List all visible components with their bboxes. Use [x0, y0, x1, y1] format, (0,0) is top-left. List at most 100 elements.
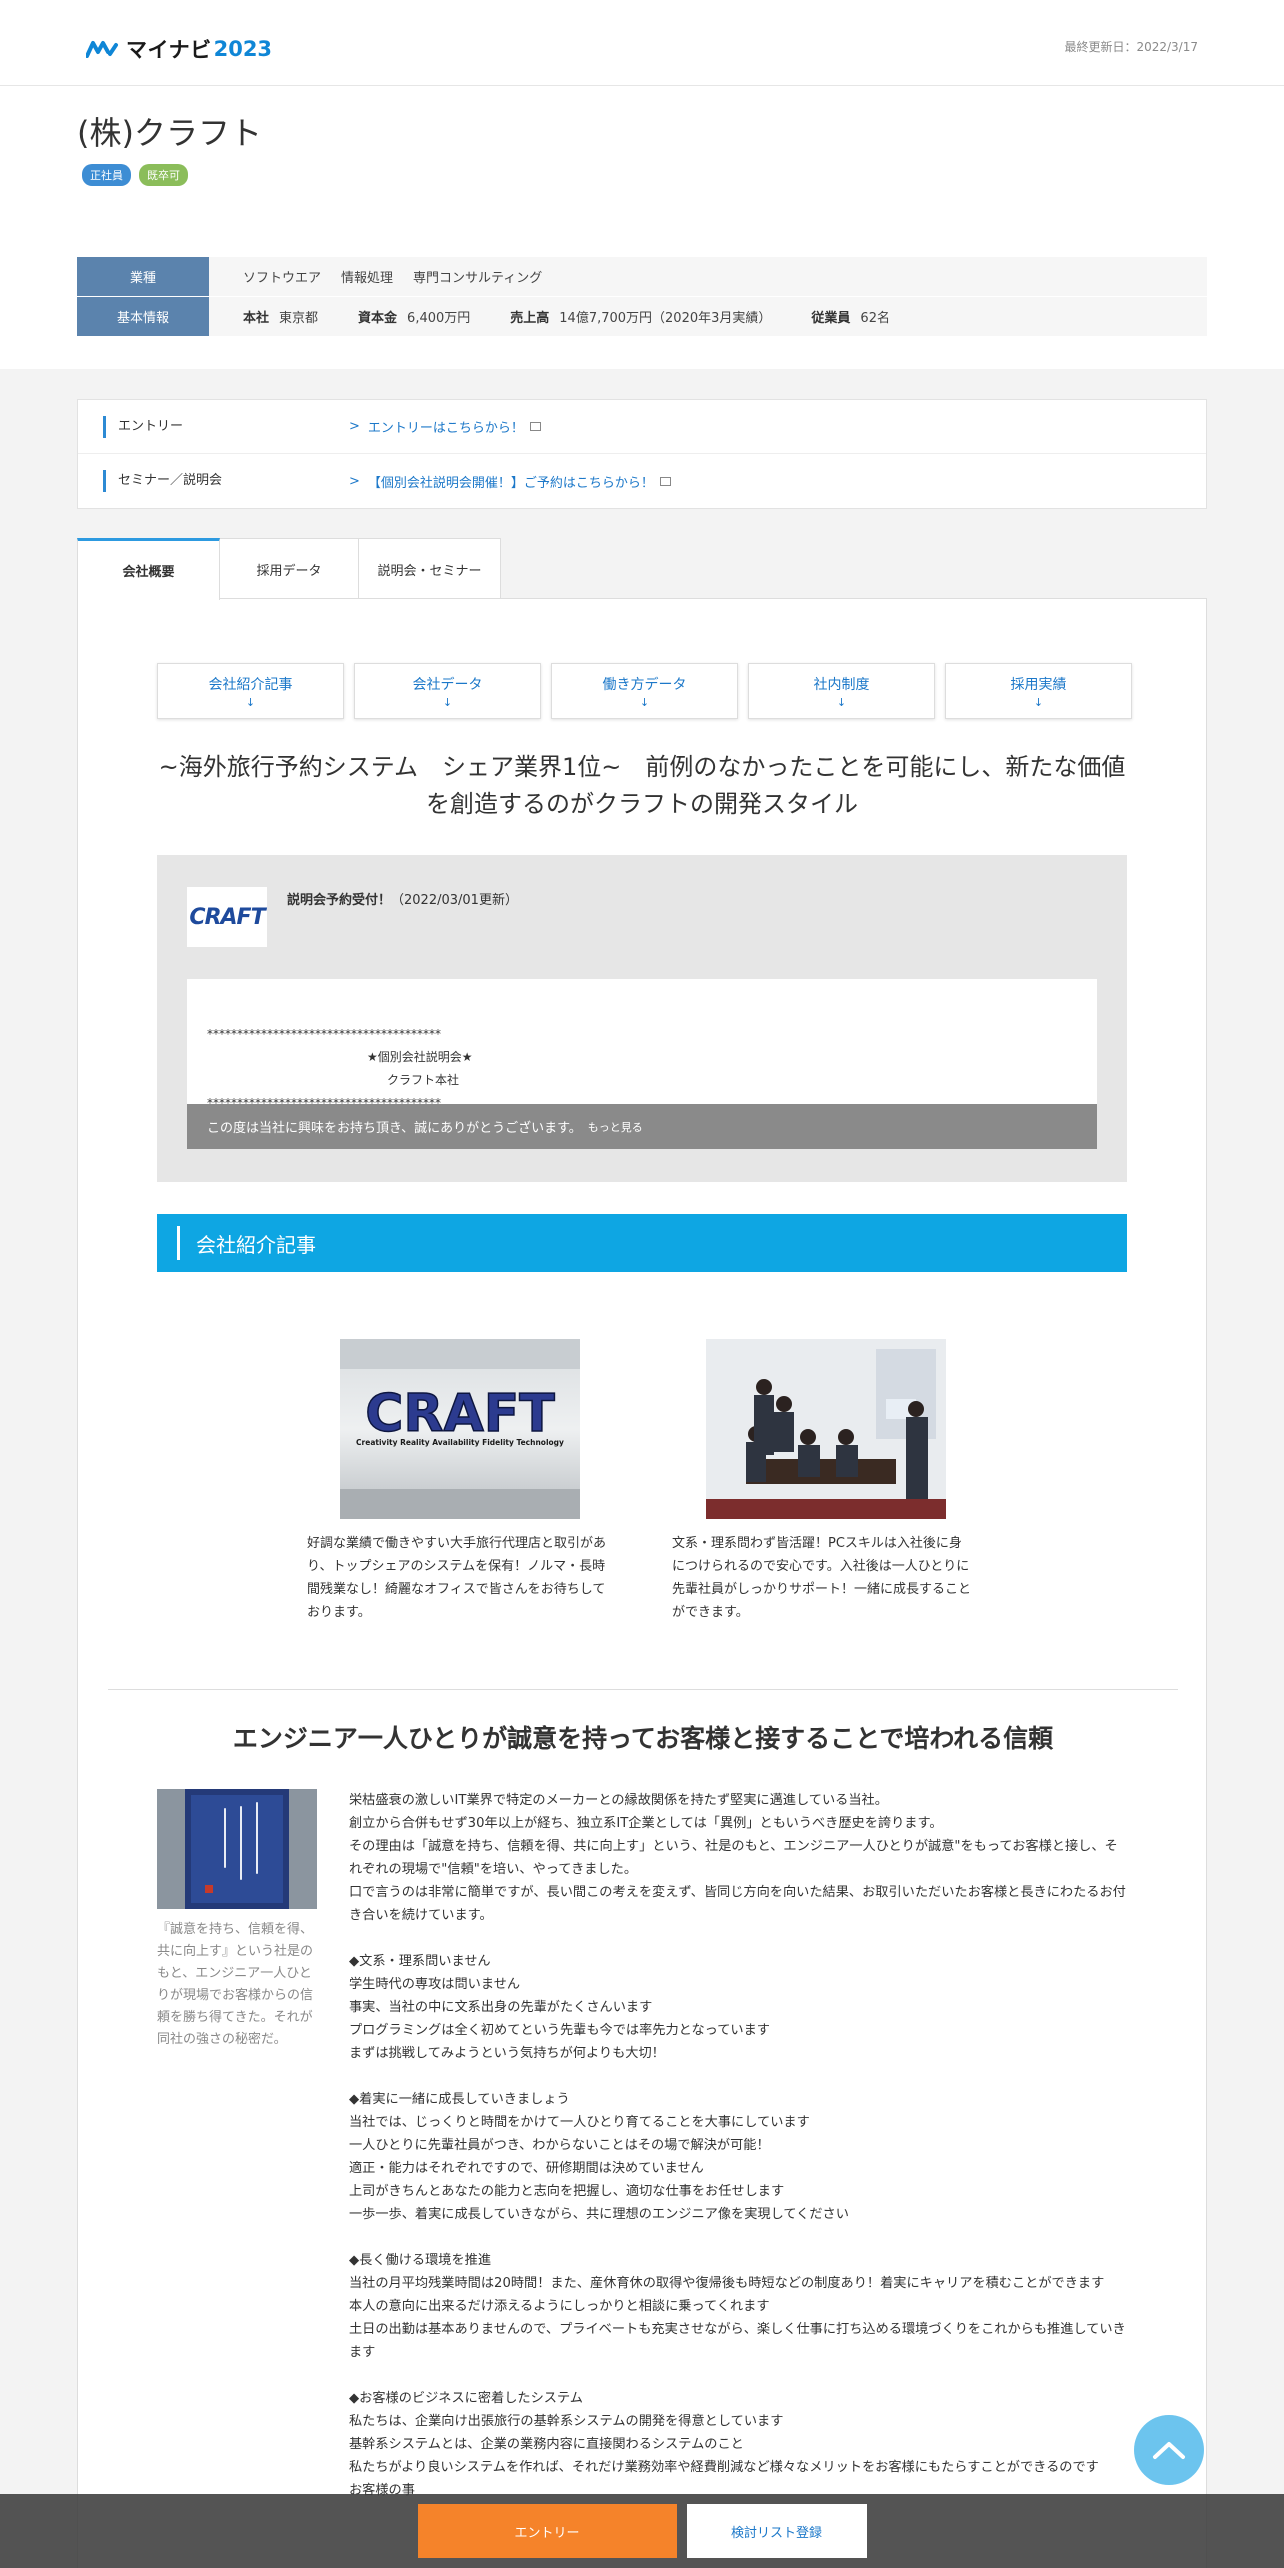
seminar-label: セミナー／説明会	[103, 470, 349, 492]
body-line: 当社の月平均残業時間は20時間！また、産休育休の取得や復帰後も時短などの制度あり…	[349, 2276, 1105, 2291]
link-row-entry: エントリー > エントリーはこちらから！	[78, 400, 1206, 454]
read-more-link[interactable]: もっと見る	[588, 1119, 643, 1135]
company-logo-text: CRAFT	[189, 904, 265, 930]
anchor-work-data[interactable]: 働き方データ ↓	[551, 663, 738, 719]
body-line: 適正・能力はそれぞれですので、研修期間は決めていません	[349, 2161, 704, 2176]
company-logo: CRAFT	[187, 887, 267, 947]
calligraphy-image	[157, 1789, 317, 1909]
craft-sign-image: CRAFT Creativity Reality Availability Fi…	[340, 1339, 580, 1519]
seminar-line: クラフト本社	[387, 1073, 460, 1087]
body-line: 本人の意向に出来るだけ添えるようにしっかりと相談に乗ってくれます	[349, 2299, 770, 2314]
anchor-company-data[interactable]: 会社データ ↓	[354, 663, 541, 719]
chevron-right-icon: >	[349, 473, 360, 489]
employees-label: 従業員	[811, 311, 851, 326]
company-info-table: 業種 ソフトウエア 情報処理 専門コンサルティング 基本情報 本社 東京都 資本金…	[77, 257, 1207, 337]
seminar-overlay-text: この度は当社に興味をお持ち頂き、誠にありがとうございます。	[207, 1121, 582, 1136]
hq-value: 東京都	[279, 311, 319, 326]
arrow-down-icon: ↓	[836, 695, 847, 709]
body-line: 私たちは、企業向け出張旅行の基幹系システムの開発を得意としています	[349, 2414, 784, 2429]
body-line: 基幹系システムとは、企業の業務内容に直接関わるシステムのこと	[349, 2437, 744, 2452]
seminar-link[interactable]: > 【個別会社説明会開催！】ご予約はこちらから！	[349, 472, 671, 491]
logo-year: 2023	[213, 37, 273, 61]
entry-link[interactable]: > エントリーはこちらから！	[349, 417, 541, 436]
chevron-right-icon: >	[349, 419, 360, 434]
section-bar	[177, 1226, 180, 1260]
article-body: 栄枯盛衰の激しいIT業界で特定のメーカーとの縁故関係を持たず堅実に邁進している当…	[349, 1789, 1129, 2502]
arrow-down-icon: ↓	[639, 695, 650, 709]
body-line: ◆お客様のビジネスに密着したシステム	[349, 2391, 583, 2406]
anchor-label: 採用実績	[1010, 676, 1067, 693]
tab-seminars[interactable]: 説明会・セミナー	[358, 538, 501, 600]
employees-value: 62名	[860, 311, 890, 326]
calligraphy-photo	[157, 1789, 317, 1909]
body-line: ◆着実に一緒に成長していきましょう	[349, 2092, 570, 2107]
divider	[108, 1689, 1178, 1690]
body-line: 上司がきちんとあなたの能力と志向を把握し、適切な仕事をお任せします	[349, 2184, 785, 2199]
anchor-label: 働き方データ	[602, 676, 687, 693]
photo-caption: 好調な業績で働きやすい大手旅行代理店と取引があり、トップシェアのシステムを保有！…	[307, 1536, 607, 1620]
seminar-notice: CRAFT 説明会予約受付！（2022/03/01更新） ***********…	[157, 855, 1127, 1182]
anchor-company-article[interactable]: 会社紹介記事 ↓	[157, 663, 344, 719]
seminar-updated: （2022/03/01更新）	[391, 893, 518, 908]
arrow-down-icon: ↓	[245, 695, 256, 709]
catch-copy: ~海外旅行予約システム シェア業界1位~ 前例のなかったことを可能にし、新たな価…	[158, 753, 1126, 818]
info-body-industry: ソフトウエア 情報処理 専門コンサルティング	[209, 257, 1207, 297]
seminar-line: ★個別会社説明会★	[367, 1050, 473, 1064]
body-line: 当社では、じっくりと時間をかけて一人ひとり育てることを大事にしています	[349, 2115, 810, 2130]
body-line: 事実、当社の中に文系出身の先輩がたくさんいます	[349, 2000, 653, 2015]
tag-graduates-ok: 既卒可	[139, 164, 188, 186]
body-line: 創立から合併もせず30年以上が経ち、独立系IT企業としては「異例」ともいうべき歴…	[349, 1816, 943, 1831]
body-line: まずは挑戦してみようという気持ちが何よりも大切！	[349, 2046, 665, 2061]
anchor-label: 社内制度	[813, 676, 870, 693]
capital-value: 6,400万円	[407, 311, 471, 326]
body-line: 栄枯盛衰の激しいIT業界で特定のメーカーとの縁故関係を持たず堅実に邁進している当…	[349, 1793, 888, 1808]
anchor-hiring-record[interactable]: 採用実績 ↓	[945, 663, 1132, 719]
photo-caption: 文系・理系問わず皆活躍！PCスキルは入社後に身につけられるので安心です。入社後は…	[672, 1536, 972, 1620]
entry-button[interactable]: エントリー	[417, 2504, 677, 2558]
arrow-down-icon: ↓	[442, 695, 453, 709]
body-line: 土日の出勤は基本ありませんので、プライベートも充実させながら、楽しく仕事に打ち込…	[349, 2322, 1126, 2360]
industry-item: 専門コンサルティング	[413, 271, 543, 286]
tab-company-overview[interactable]: 会社概要	[77, 538, 220, 600]
seminar-message: *************************************** …	[187, 979, 1097, 1149]
company-name: (株)クラフト	[77, 114, 262, 152]
anchor-benefits[interactable]: 社内制度 ↓	[748, 663, 935, 719]
body-line: プログラミングは全く初めてという先輩も今では率先力となっています	[349, 2023, 770, 2038]
industry-item: ソフトウエア	[243, 271, 322, 286]
read-more-bar[interactable]: この度は当社に興味をお持ち頂き、誠にありがとうございます。 もっと見る	[187, 1104, 1097, 1149]
arrow-down-icon: ↓	[1033, 695, 1044, 709]
anchor-label: 会社紹介記事	[208, 676, 293, 693]
info-head-basic: 基本情報	[77, 297, 209, 337]
link-row-seminar: セミナー／説明会 > 【個別会社説明会開催！】ご予約はこちらから！	[78, 454, 1206, 508]
body-line: 一人ひとりに先輩社員がつき、わからないことはその場で解決が可能！	[349, 2138, 770, 2153]
external-link-icon	[529, 422, 541, 431]
external-link-icon	[659, 476, 671, 486]
back-to-top-button[interactable]	[1134, 2415, 1204, 2485]
section-header-company-article: 会社紹介記事	[157, 1214, 1127, 1272]
body-line: 私たちがより良いシステムを作れば、それだけ業務効率や経費削減など様々なメリットを…	[349, 2460, 1099, 2475]
info-employees: 従業員 62名	[811, 307, 890, 326]
tag-fulltime: 正社員	[82, 164, 131, 186]
craft-sign-tagline: Creativity Reality Availability Fidelity…	[356, 1438, 564, 1447]
seminar-stars: ***************************************	[207, 1027, 441, 1041]
body-line: その理由は「誠意を持ち、信頼を得、共に向上す」という、社是のもと、エンジニア一人…	[349, 1839, 1118, 1877]
add-to-list-button[interactable]: 検討リスト登録	[686, 2504, 867, 2558]
craft-sign-text: CRAFT	[365, 1384, 555, 1444]
info-capital: 資本金 6,400万円	[358, 307, 470, 326]
page-tabs: 会社概要 採用データ 説明会・セミナー	[77, 538, 501, 600]
bottom-action-bar: エントリー 検討リスト登録	[0, 2494, 1284, 2568]
entry-link-text: エントリーはこちらから！	[367, 421, 524, 436]
photo-team	[706, 1339, 946, 1519]
hq-label: 本社	[243, 311, 270, 326]
company-summary: (株)クラフト 正社員 既卒可 業種 ソフトウエア 情報処理 専門コンサルティン…	[0, 86, 1284, 369]
info-body-basic: 本社 東京都 資本金 6,400万円 売上高 14億7,700万円（2020年3月実績…	[209, 297, 1207, 337]
mynavi-logo[interactable]: マイナビ 2023	[86, 34, 272, 64]
body-line: 口で言うのは非常に簡単ですが、長い間この考えを変えず、皆同じ方向を向いた結果、お…	[349, 1885, 1126, 1923]
info-hq: 本社 東京都	[243, 307, 318, 326]
seminar-title: 説明会予約受付！（2022/03/01更新）	[287, 889, 518, 908]
main-content: 会社紹介記事 ↓ 会社データ ↓ 働き方データ ↓ 社内制度 ↓ 採用実績 ↓ ~海外旅行…	[77, 598, 1207, 2568]
tab-recruit-data[interactable]: 採用データ	[219, 538, 359, 600]
info-row-industry: 業種 ソフトウエア 情報処理 専門コンサルティング	[77, 257, 1207, 297]
